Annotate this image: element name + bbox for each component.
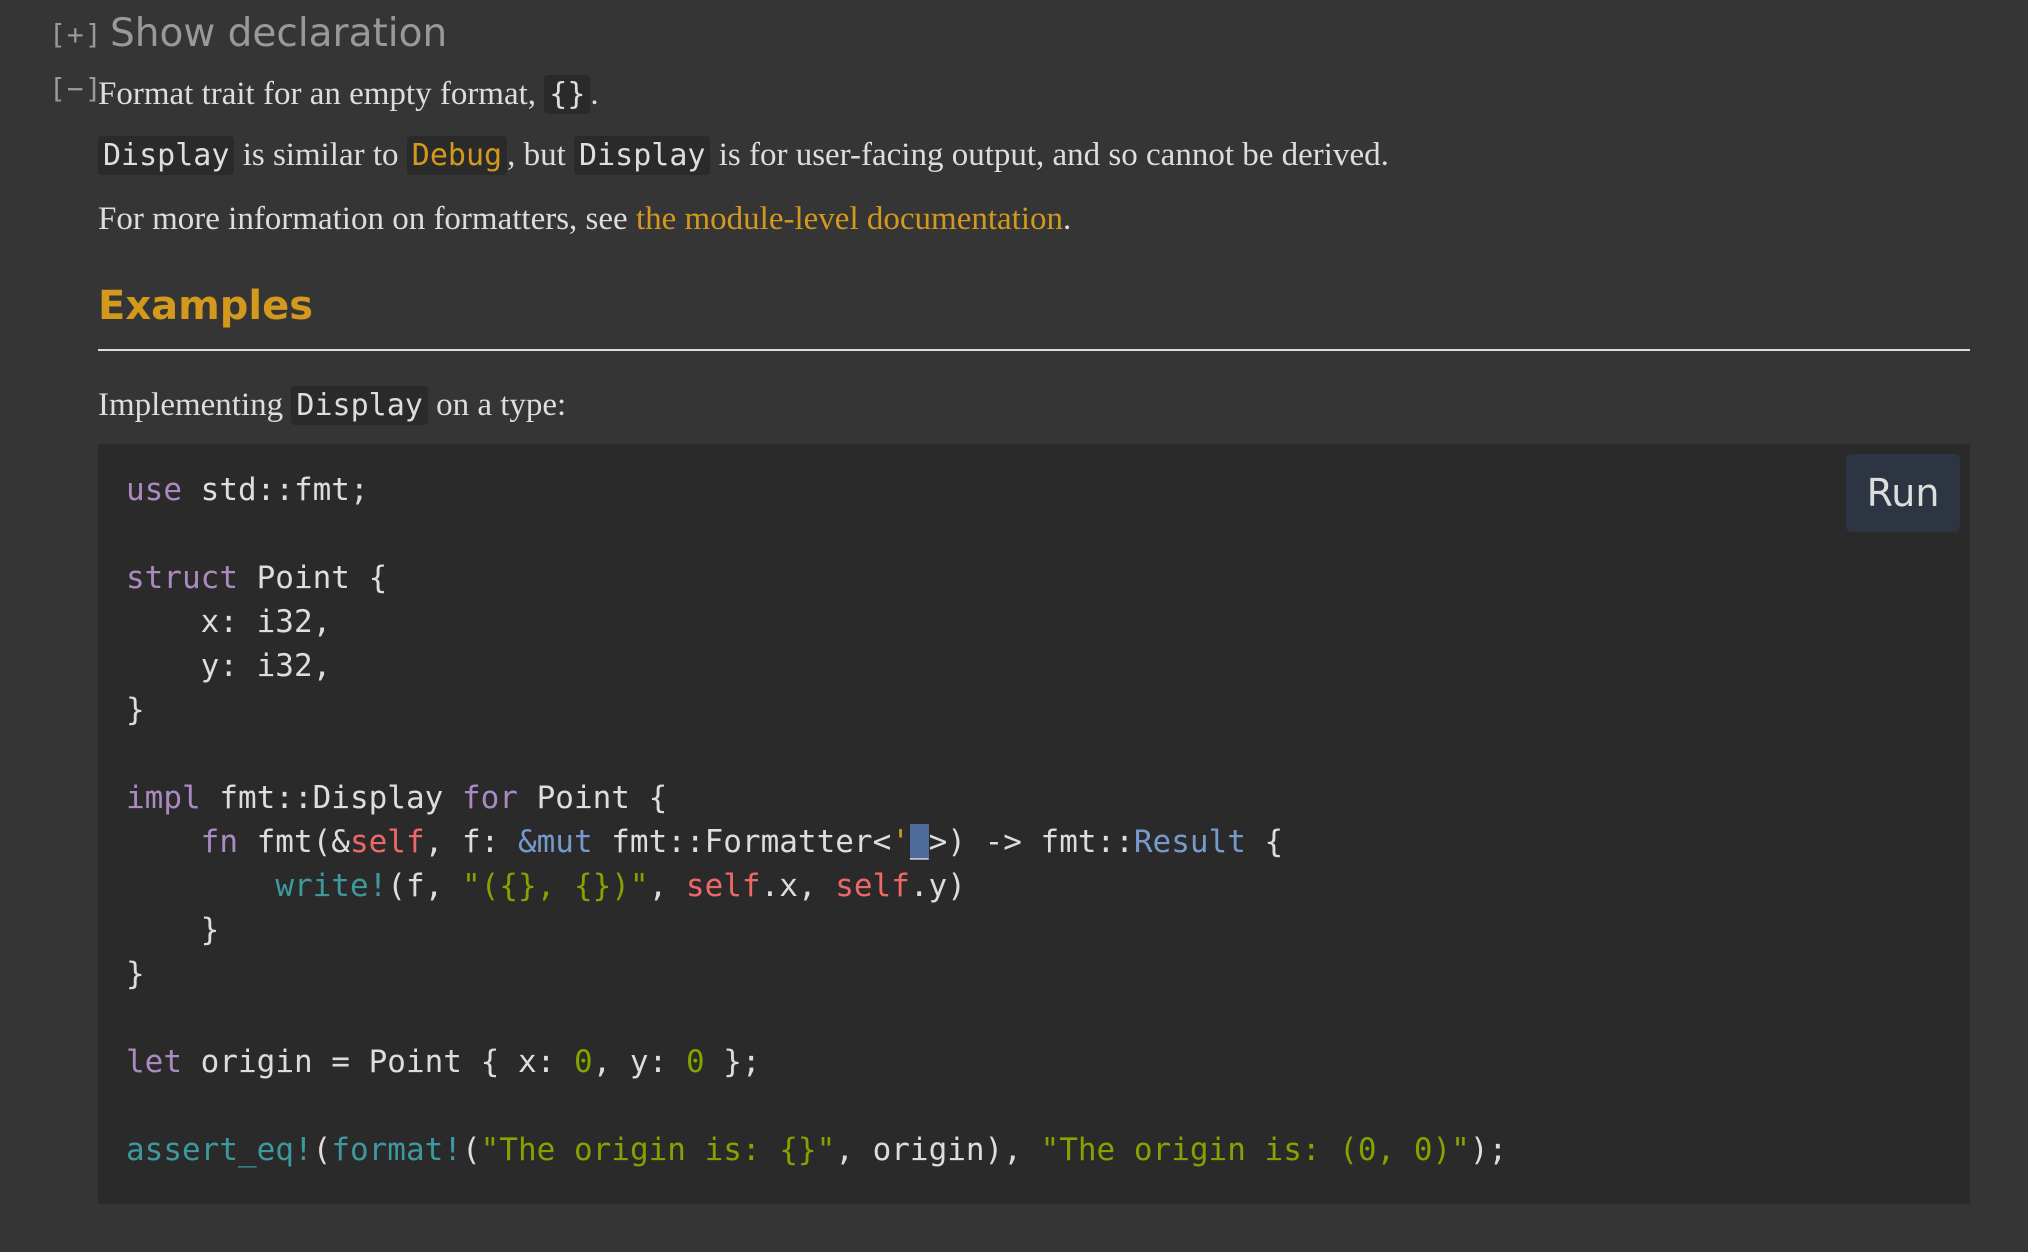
code-text: }; <box>704 1044 761 1080</box>
paragraph-text: , but <box>507 137 575 173</box>
module-docs-link[interactable]: the module-level documentation <box>636 201 1063 237</box>
code-text: , <box>648 868 686 904</box>
code-text: fmt::Display <box>200 780 462 816</box>
code-text: ( <box>461 1132 481 1168</box>
code-keyword: for <box>461 780 518 816</box>
doc-paragraph-formatters: For more information on formatters, see … <box>98 197 1071 241</box>
code-text: ); <box>1469 1132 1508 1168</box>
code-text: .x, <box>760 868 836 904</box>
code-self: self <box>349 824 425 860</box>
example-code-block: use std::fmt; struct Point { x: i32, y: … <box>98 444 1970 1204</box>
code-text: , f: <box>424 824 518 860</box>
code-type: Result <box>1133 824 1246 860</box>
code-keyword: fn <box>200 824 238 860</box>
example-intro: Implementing Display on a type: <box>98 383 566 428</box>
code-text: } <box>126 692 145 728</box>
doc-paragraph-display: Display is similar to Debug, but Display… <box>98 133 1389 178</box>
code-macro: write! <box>275 868 388 904</box>
code-self: self <box>685 868 761 904</box>
code-text: Point { <box>517 780 668 816</box>
code-text: , origin), <box>835 1132 1041 1168</box>
code-string: "({}, {})" <box>461 868 649 904</box>
paragraph-text: is similar to <box>234 137 407 173</box>
code-text: y: i32, <box>126 648 332 684</box>
code-text: Point { <box>237 560 388 596</box>
text-cursor-selection: _ <box>909 824 929 860</box>
code-keyword: impl <box>126 780 201 816</box>
code-text: } <box>126 912 220 948</box>
code-string: "The origin is: {}" <box>480 1132 836 1168</box>
inline-code: Display <box>291 386 428 425</box>
code-keyword: struct <box>126 560 238 596</box>
code-text: x: i32, <box>126 604 332 640</box>
paragraph-text: is for user-facing output, and so cannot… <box>710 137 1389 173</box>
code-number: 0 <box>685 1044 705 1080</box>
inline-code: {} <box>544 75 591 114</box>
code-number: 0 <box>573 1044 593 1080</box>
code-text: ( <box>312 1132 332 1168</box>
expand-declaration-toggle[interactable]: [+] <box>49 18 103 51</box>
code-text: (f, <box>387 868 462 904</box>
code-keyword: use <box>126 472 182 508</box>
code-macro: assert_eq! <box>126 1132 313 1168</box>
code-text: std::fmt; <box>182 472 369 508</box>
paragraph-text: . <box>1063 201 1072 237</box>
code-text: , y: <box>592 1044 686 1080</box>
summary-text: Format trait for an empty format, <box>98 76 545 112</box>
code-text: } <box>126 956 145 992</box>
debug-link[interactable]: Debug <box>406 136 508 175</box>
code-text: >) -> fmt:: <box>928 824 1134 860</box>
code-text: fmt(& <box>237 824 350 860</box>
run-button[interactable]: Run <box>1846 454 1960 532</box>
paragraph-text: Implementing <box>98 387 292 423</box>
code-lifetime: ' <box>891 824 910 860</box>
heading-divider <box>98 349 1970 351</box>
show-declaration-link[interactable]: Show declaration <box>110 8 447 60</box>
examples-heading[interactable]: Examples <box>98 280 313 332</box>
collapse-docs-toggle[interactable]: [−] <box>49 72 103 105</box>
code-content: use std::fmt; struct Point { x: i32, y: … <box>126 468 1507 1172</box>
doc-summary: Format trait for an empty format, {}. <box>98 72 599 117</box>
summary-end: . <box>590 76 599 112</box>
paragraph-text: on a type: <box>427 387 567 423</box>
code-text: origin = Point { x: <box>182 1044 574 1080</box>
inline-code: Display <box>98 136 235 175</box>
paragraph-text: For more information on formatters, see <box>98 201 636 237</box>
code-keyword: let <box>126 1044 182 1080</box>
code-self: self <box>835 868 910 904</box>
code-text: { <box>1245 824 1284 860</box>
code-text: .y) <box>909 868 966 904</box>
code-text: fmt::Formatter< <box>592 824 892 860</box>
code-string: "The origin is: (0, 0)" <box>1040 1132 1470 1168</box>
code-keyword: &mut <box>517 824 593 860</box>
inline-code: Display <box>574 136 711 175</box>
code-macro: format! <box>331 1132 462 1168</box>
